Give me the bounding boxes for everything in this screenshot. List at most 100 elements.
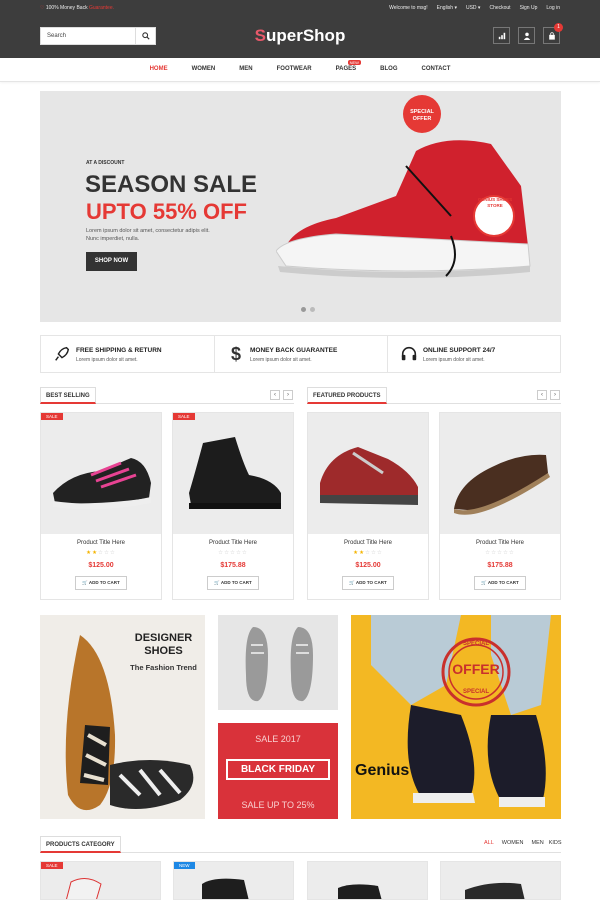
top-bar: ♡ 100% Money Back Guarantee. Welcome to … — [0, 0, 600, 15]
featured-products-title: FEATURED PRODUCTS — [307, 387, 387, 404]
offer-text: OFFER — [452, 661, 500, 677]
shop-now-button[interactable]: SHOP NOW — [86, 252, 137, 271]
login-link[interactable]: Log in — [546, 5, 560, 11]
offer-bottom-text: SPECIAL — [462, 689, 489, 695]
nav-footwear[interactable]: FOOTWEAR — [277, 66, 312, 72]
add-to-cart-button[interactable]: 🛒 ADD TO CART — [207, 576, 259, 590]
tab-all[interactable]: ALL — [484, 840, 494, 846]
category-product-card[interactable]: SALE — [40, 861, 161, 900]
money-back-notice: ♡ 100% Money Back Guarantee. — [40, 5, 114, 11]
product-image[interactable] — [41, 413, 161, 534]
next-arrow[interactable]: › — [550, 390, 560, 400]
product-title[interactable]: Product Title Here — [308, 540, 428, 546]
product-card[interactable]: Product Title Here ☆☆☆☆☆ $175.88 🛒 ADD T… — [439, 412, 561, 600]
rating-stars: ☆☆☆☆☆ — [218, 550, 248, 556]
sale-upto-text: SALE UP TO 25% — [241, 800, 315, 810]
category-product-card[interactable] — [440, 861, 561, 900]
hero-title: SEASON SALE — [85, 171, 258, 198]
product-title[interactable]: Product Title Here — [440, 540, 560, 546]
features-bar: FREE SHIPPING & RETURN Lorem ipsum dolor… — [40, 335, 561, 373]
rocket-icon — [55, 346, 70, 361]
product-card[interactable]: Product Title Here ★★☆☆☆ $125.00 🛒 ADD T… — [307, 412, 429, 600]
prev-arrow[interactable]: ‹ — [270, 390, 280, 400]
category-product-card[interactable] — [307, 861, 428, 900]
sale-tag: SALE — [41, 413, 63, 420]
category-tabs: ALL WOMEN MEN KIDS — [484, 840, 562, 846]
prev-arrow[interactable]: ‹ — [537, 390, 547, 400]
nav-home[interactable]: HOME — [150, 66, 168, 72]
header: Search SuperShop 1 — [0, 15, 600, 58]
designer-subheading: The Fashion Trend — [130, 663, 197, 672]
account-button[interactable] — [518, 27, 535, 44]
hero-subtitle: UPTO 55% OFF — [86, 199, 247, 224]
genius-offer-banner[interactable]: SPECIAL OFFER SPECIAL Genius — [351, 615, 561, 819]
designer-heading: DESIGNER SHOES — [134, 632, 193, 657]
genius-text: Genius — [355, 762, 410, 779]
tab-men[interactable]: MEN — [532, 840, 544, 846]
product-image[interactable] — [173, 413, 293, 534]
headphones-icon — [401, 346, 417, 361]
product-image[interactable] — [440, 413, 560, 534]
slider-dot[interactable] — [301, 307, 306, 312]
product-price: $125.00 — [355, 562, 381, 569]
best-selling-title: BEST SELLING — [40, 387, 96, 404]
nav-pages[interactable]: PAGES NEW — [336, 60, 361, 72]
nav-women[interactable]: WOMEN — [192, 66, 216, 72]
product-price: $125.00 — [88, 562, 114, 569]
heart-icon: ♡ — [40, 5, 45, 11]
cart-button[interactable]: 1 — [543, 23, 563, 44]
add-to-cart-button[interactable]: 🛒 ADD TO CART — [474, 576, 526, 590]
black-friday-text: BLACK FRIDAY — [226, 759, 330, 780]
nav-contact[interactable]: CONTACT — [422, 66, 451, 72]
special-offer-badge: SPECIAL OFFER — [403, 95, 441, 133]
nav-blog[interactable]: BLOG — [380, 66, 397, 72]
category-product-card[interactable]: NEW — [173, 861, 294, 900]
sale-tag: SALE — [173, 413, 195, 420]
add-to-cart-button[interactable]: 🛒 ADD TO CART — [75, 576, 127, 590]
add-to-cart-button[interactable]: 🛒 ADD TO CART — [342, 576, 394, 590]
offer-top-text: SPECIAL — [462, 641, 489, 647]
shoe-tag: GENIUS SHOES STORE — [477, 197, 513, 208]
product-card[interactable]: SALE Product Title Here ☆☆☆☆☆ $175.88 🛒 … — [172, 412, 294, 600]
slider-dots — [301, 307, 315, 312]
slider-dot[interactable] — [310, 307, 315, 312]
site-logo[interactable]: SuperShop — [0, 26, 600, 46]
currency-select[interactable]: USD ▾ — [466, 5, 480, 11]
sale-year-text: SALE 2017 — [255, 734, 301, 744]
cart-count-badge: 1 — [554, 23, 563, 32]
hero-description: Lorem ipsum dolor sit amet, consectetur … — [86, 228, 210, 242]
dollar-icon: $ — [230, 344, 241, 364]
signup-link[interactable]: Sign Up — [520, 5, 538, 11]
rating-stars: ★★☆☆☆ — [86, 550, 116, 556]
next-arrow[interactable]: › — [283, 390, 293, 400]
product-card[interactable]: SALE Product Title Here ★★☆☆☆ $125.00 🛒 … — [40, 412, 162, 600]
rating-stars: ★★☆☆☆ — [353, 550, 383, 556]
user-icon — [523, 32, 530, 40]
feature-shipping: FREE SHIPPING & RETURN Lorem ipsum dolor… — [41, 336, 214, 372]
new-tag: NEW — [174, 862, 195, 869]
chart-icon — [498, 32, 505, 39]
grey-sneakers-image — [245, 627, 313, 702]
hero-slider: AT A DISCOUNT SEASON SALE UPTO 55% OFF L… — [40, 91, 561, 322]
welcome-text: Welcome to msg! — [389, 5, 428, 11]
checkout-link[interactable]: Checkout — [489, 5, 510, 11]
new-badge: NEW — [347, 60, 361, 65]
hero-pretitle: AT A DISCOUNT — [86, 160, 125, 166]
designer-shoes-banner[interactable]: DESIGNER SHOES The Fashion Trend — [40, 615, 205, 819]
feature-money-back: $ MONEY BACK GUARANTEE Lorem ipsum dolor… — [214, 336, 387, 372]
compare-button[interactable] — [493, 27, 510, 44]
product-price: $175.88 — [487, 562, 513, 569]
bag-icon — [548, 31, 555, 40]
tab-women[interactable]: WOMEN — [502, 840, 524, 846]
product-image[interactable] — [308, 413, 428, 534]
rating-stars: ☆☆☆☆☆ — [485, 550, 515, 556]
main-nav: HOME WOMEN MEN FOOTWEAR PAGES NEW BLOG CO… — [0, 58, 600, 82]
product-title[interactable]: Product Title Here — [41, 540, 161, 546]
black-friday-banner[interactable]: SALE 2017 BLACK FRIDAY SALE UP TO 25% — [218, 723, 338, 819]
feature-support: ONLINE SUPPORT 24/7 Lorem ipsum dolor si… — [387, 336, 560, 372]
nav-men[interactable]: MEN — [239, 66, 252, 72]
language-select[interactable]: English ▾ — [437, 5, 457, 11]
sneakers-banner[interactable] — [218, 615, 338, 710]
product-title[interactable]: Product Title Here — [173, 540, 293, 546]
tab-kids[interactable]: KIDS — [549, 840, 562, 846]
